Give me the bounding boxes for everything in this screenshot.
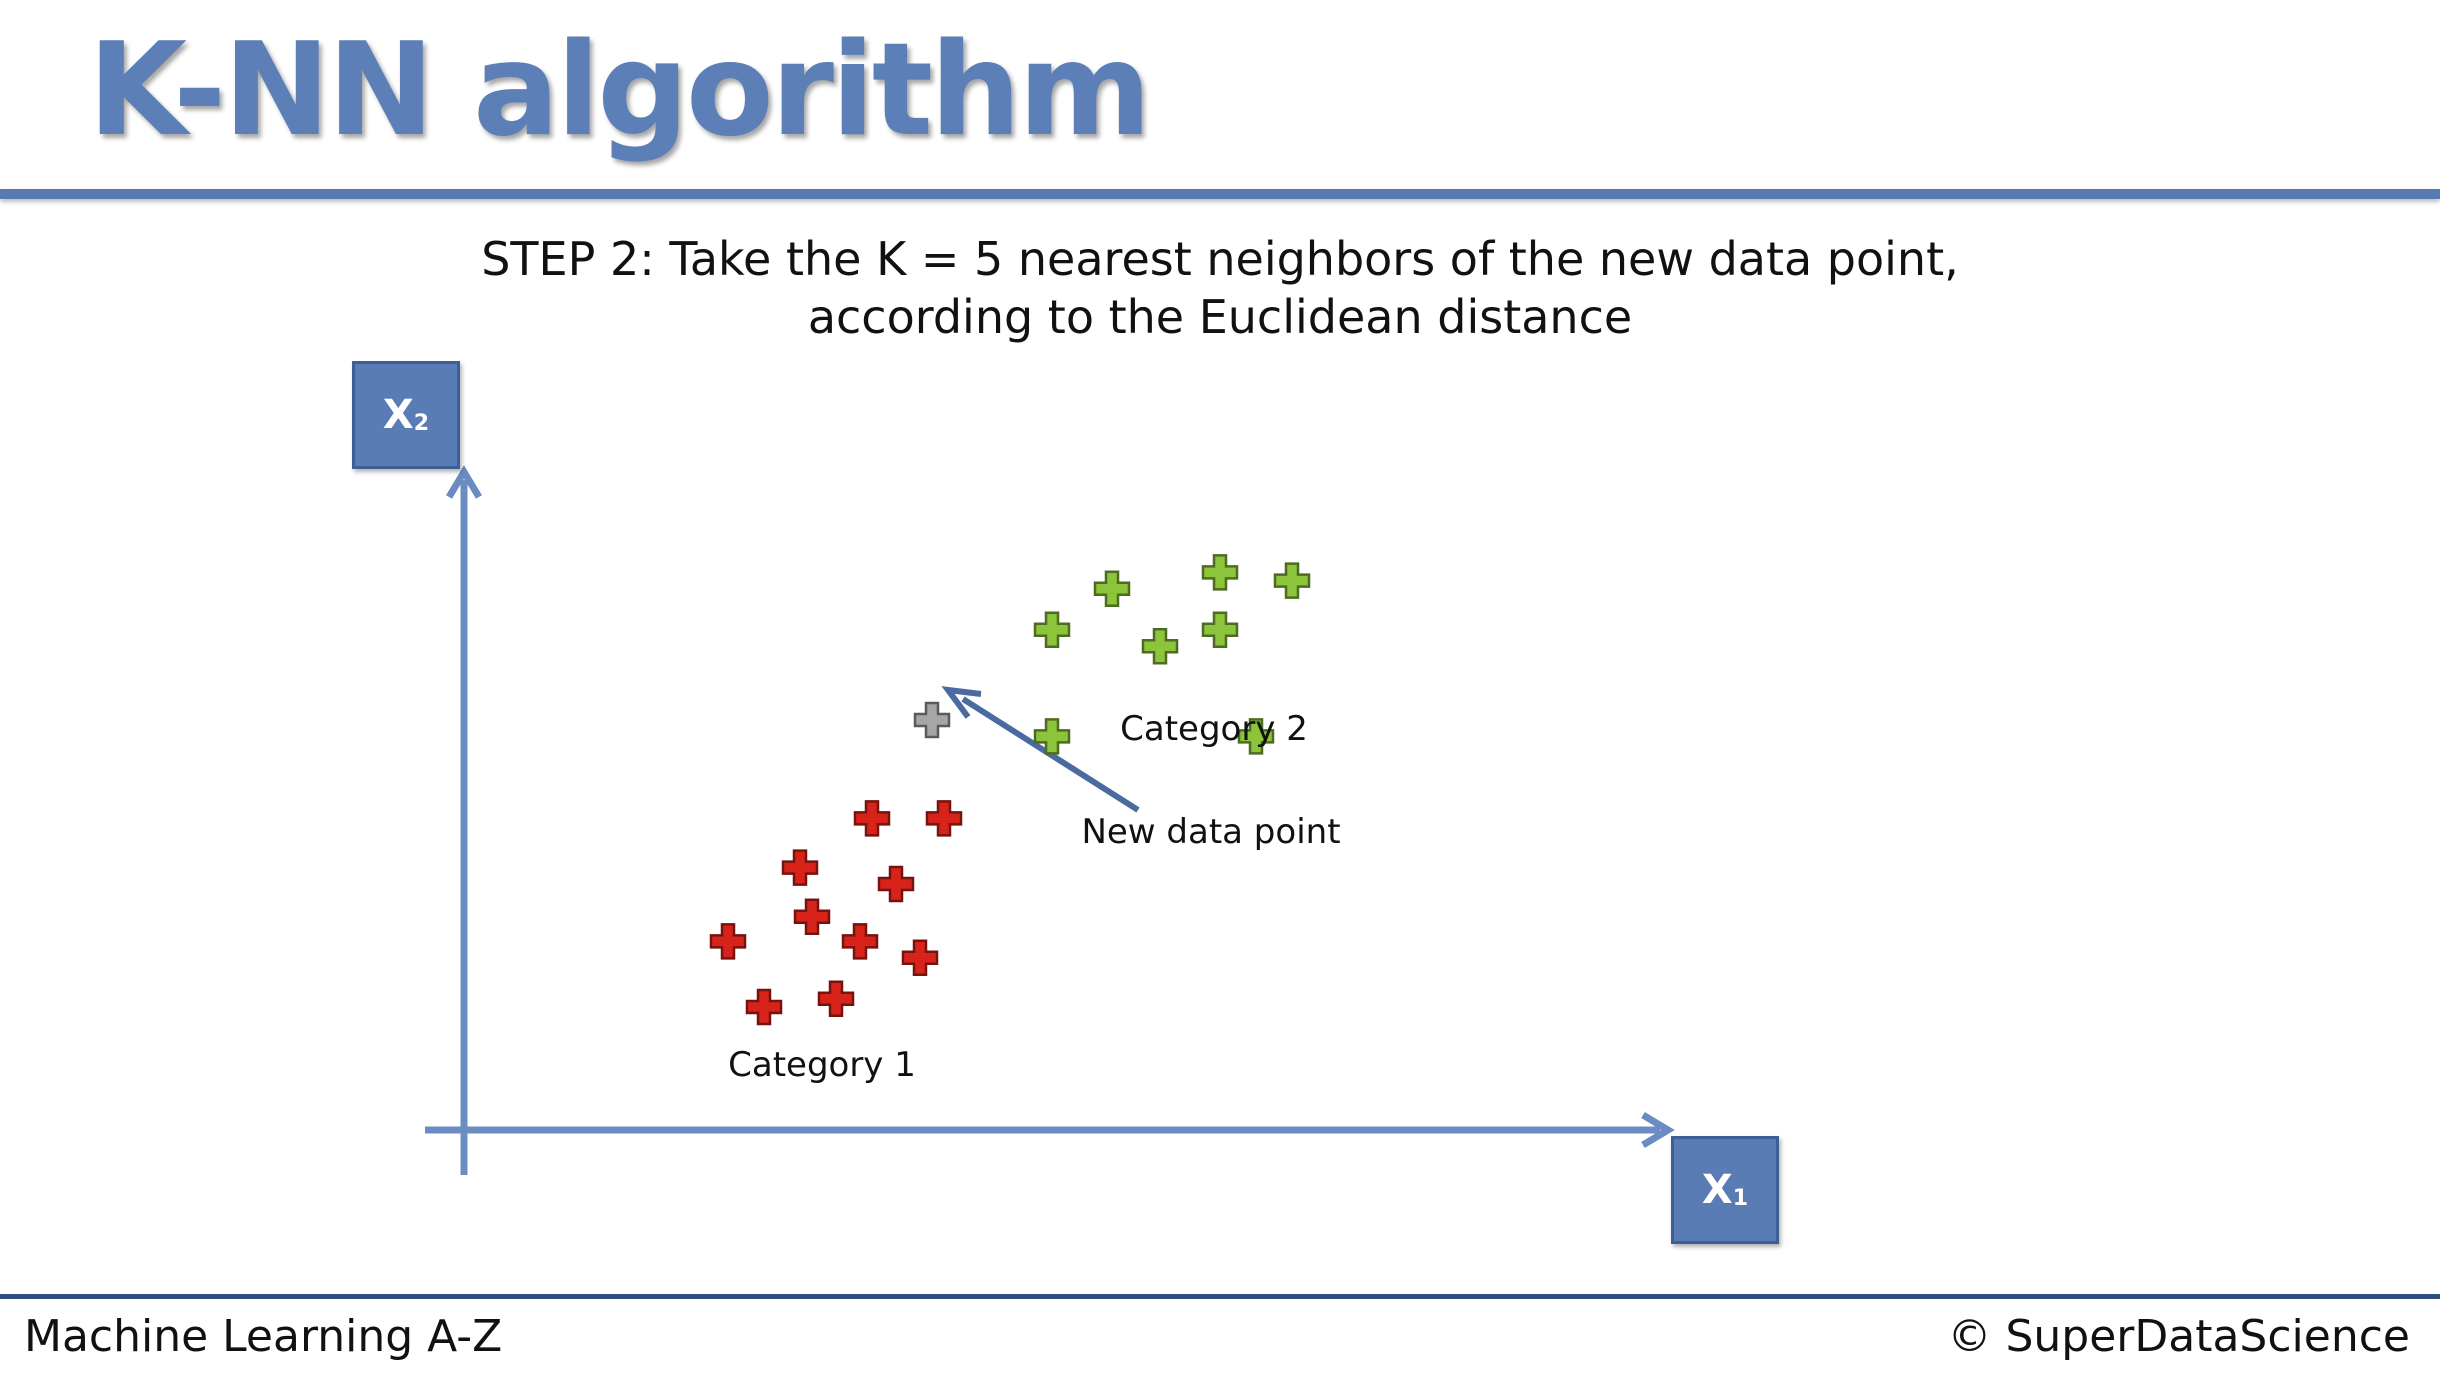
category-1-point-1 — [853, 800, 891, 837]
category-2-point-1 — [1033, 611, 1071, 649]
data-marks — [709, 554, 1311, 1026]
category-1-point-3 — [781, 849, 819, 886]
category-1-label: Category 1 — [728, 1045, 916, 1085]
category-1-point-6 — [709, 923, 747, 960]
new-data-point-label: New data point — [1081, 812, 1340, 852]
y-axis-label-box: X2 — [352, 361, 460, 469]
x-axis-label: X — [1701, 1167, 1733, 1213]
category-1-point-9 — [745, 988, 783, 1026]
scatter-plot: Category 1 Category 2 New data point — [425, 465, 1675, 1175]
category-2-point-3 — [1201, 554, 1239, 591]
category-1-point-5 — [793, 898, 831, 936]
category-1-point-8 — [901, 939, 939, 977]
category-2-point-2 — [1093, 570, 1131, 608]
category-1-point-4 — [877, 865, 915, 903]
category-1-point-2 — [925, 800, 963, 837]
category-1-point-7 — [841, 923, 879, 960]
x-axis-subscript: 1 — [1732, 1185, 1749, 1211]
y-axis-label: X — [382, 392, 414, 438]
copyright-notice: © SuperDataScience — [1947, 1311, 2410, 1362]
new-data-point-point-1 — [913, 701, 951, 739]
footer-divider — [0, 1294, 2440, 1299]
course-name: Machine Learning A-Z — [24, 1311, 503, 1362]
y-axis-subscript: 2 — [413, 410, 430, 436]
category-2-point-4 — [1273, 562, 1311, 599]
x-axis-label-box: X1 — [1671, 1136, 1779, 1244]
category-2-label: Category 2 — [1120, 709, 1308, 749]
category-1-point-10 — [817, 980, 855, 1018]
category-2-point-5 — [1141, 627, 1179, 665]
category-2-point-6 — [1201, 611, 1239, 649]
